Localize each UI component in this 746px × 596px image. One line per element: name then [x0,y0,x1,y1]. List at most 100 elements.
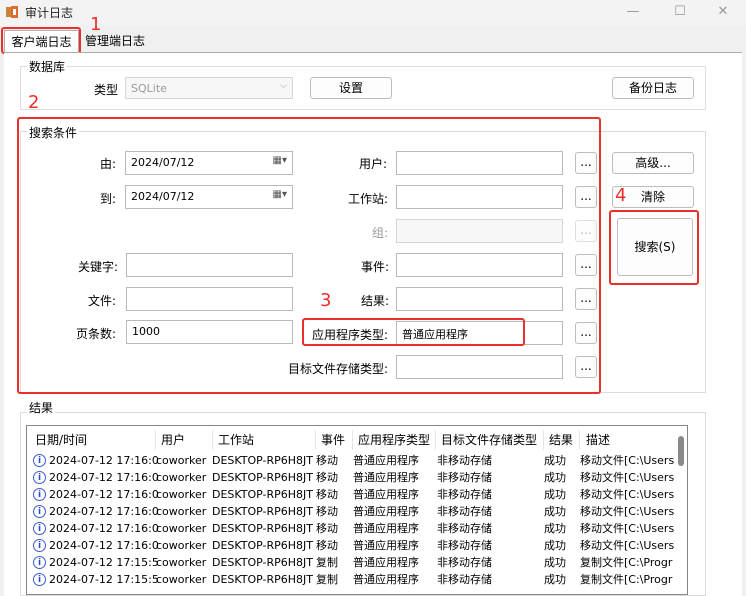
page-size-label: 页条数: [76,327,117,341]
target-storage-input[interactable] [396,355,563,379]
cell-result: 成功 [544,488,566,501]
cell-result: 成功 [544,454,566,467]
cell-app-type: 普通应用程序 [353,573,419,586]
cell-app-type: 普通应用程序 [353,488,419,501]
info-icon: i [33,522,46,535]
from-date-value: 2024/07/12 [131,156,195,169]
cell-datetime: 2024-07-12 17:16:04 [49,539,159,552]
cell-event: 移动 [316,522,338,535]
info-icon: i [33,556,46,569]
event-browse-button[interactable]: ... [575,254,597,276]
table-row[interactable]: i 2024-07-12 17:15:51 coworker DESKTOP-RP6H… [27,554,687,571]
table-row[interactable]: i 2024-07-12 17:16:04 coworker DESKTOP-RP6H… [27,503,687,520]
info-icon: i [33,488,46,501]
calendar-icon[interactable]: ▦▾ [273,155,287,166]
workstation-browse-button[interactable]: ... [575,186,597,208]
cell-target-storage: 非移动存储 [437,556,492,569]
cell-result: 成功 [544,539,566,552]
column-header-description[interactable]: 描述 [586,428,610,452]
cell-workstation: DESKTOP-RP6H8JT [212,505,314,518]
keyword-input[interactable] [126,253,293,277]
event-input[interactable] [396,253,563,277]
file-input[interactable] [126,287,293,311]
annotation-number-3: 3 [320,290,332,311]
info-icon: i [33,454,46,467]
table-row[interactable]: i 2024-07-12 17:16:04 coworker DESKTOP-RP6H… [27,486,687,503]
group-label: 组: [372,226,389,240]
column-header-target-storage[interactable]: 目标文件存储类型 [441,428,537,452]
column-header-user[interactable]: 用户 [161,428,185,452]
target-storage-browse-button[interactable]: ... [575,356,597,378]
annotation-box-4 [609,210,699,285]
cell-workstation: DESKTOP-RP6H8JT [212,573,314,586]
cell-datetime: 2024-07-12 17:16:04 [49,522,159,535]
advanced-button[interactable]: 高级... [612,152,694,174]
database-type-select[interactable]: SQLite ⌵ [125,77,293,99]
cell-user: coworker [156,556,207,569]
cell-target-storage: 非移动存储 [437,573,492,586]
from-date-picker[interactable]: 2024/07/12 ▦▾ [125,151,293,175]
cell-description: 复制文件[C:\Progr [580,556,673,569]
group-browse-button: ... [575,220,597,242]
cell-app-type: 普通应用程序 [353,471,419,484]
column-header-app-type[interactable]: 应用程序类型 [358,428,430,452]
cell-description: 复制文件[C:\Progr [580,573,673,586]
cell-target-storage: 非移动存储 [437,539,492,552]
app-type-browse-button[interactable]: ... [575,322,597,344]
keyword-label: 关键字: [78,260,119,274]
page-size-input[interactable]: 1000 [126,320,293,344]
annotation-number-1: 1 [90,14,102,35]
cell-app-type: 普通应用程序 [353,505,419,518]
column-header-workstation[interactable]: 工作站 [218,428,254,452]
results-list[interactable]: 日期/时间 用户 工作站 事件 应用程序类型 目标文件存储类型 结果 描述 i2… [26,425,688,595]
column-header-result[interactable]: 结果 [549,428,573,452]
workstation-input[interactable] [396,185,563,209]
cell-description: 移动文件[C:\Users [580,522,675,535]
results-scrollbar[interactable] [678,436,684,466]
table-row[interactable]: i 2024-07-12 17:16:04 coworker DESKTOP-RP6H… [27,520,687,537]
cell-target-storage: 非移动存储 [437,522,492,535]
cell-workstation: DESKTOP-RP6H8JT [212,522,314,535]
backup-log-button[interactable]: 备份日志 [612,77,694,99]
cell-event: 复制 [316,573,338,586]
cell-description: 移动文件[C:\Users [580,488,675,501]
column-header-datetime[interactable]: 日期/时间 [35,428,87,452]
cell-datetime: 2024-07-12 17:16:04 [49,488,159,501]
cell-event: 移动 [316,471,338,484]
column-header-event[interactable]: 事件 [321,428,345,452]
group-input [396,219,563,243]
cell-datetime: 2024-07-12 17:16:04 [49,454,159,467]
settings-button[interactable]: 设置 [310,77,392,99]
workstation-label: 工作站: [348,192,389,206]
database-group-label: 数据库 [27,58,68,75]
cell-user: coworker [156,522,207,535]
cell-event: 移动 [316,454,338,467]
user-browse-button[interactable]: ... [575,152,597,174]
result-input[interactable] [396,287,563,311]
file-label: 文件: [88,294,117,308]
user-label: 用户: [359,157,388,171]
maximize-icon[interactable]: ☐ [657,0,703,26]
table-row[interactable]: i 2024-07-12 17:16:04 coworker DESKTOP-RP6H… [27,452,687,469]
user-input[interactable] [396,151,563,175]
cell-event: 移动 [316,488,338,501]
cell-datetime: 2024-07-12 17:15:51 [49,556,159,569]
result-browse-button[interactable]: ... [575,288,597,310]
calendar-icon[interactable]: ▦▾ [273,189,287,200]
minimize-icon[interactable]: — [610,0,656,26]
cell-user: coworker [156,573,207,586]
database-type-value: SQLite [131,82,167,95]
table-row[interactable]: i 2024-07-12 17:16:04 coworker DESKTOP-RP6H… [27,537,687,554]
cell-description: 移动文件[C:\Users [580,471,675,484]
cell-workstation: DESKTOP-RP6H8JT [212,556,314,569]
table-row[interactable]: i 2024-07-12 17:15:51 coworker DESKTOP-RP6H… [27,571,687,588]
close-icon[interactable]: ✕ [700,0,746,26]
cell-user: coworker [156,454,207,467]
cell-app-type: 普通应用程序 [353,522,419,535]
table-row[interactable]: i 2024-07-12 17:16:04 coworker DESKTOP-RP6H… [27,469,687,486]
target-storage-label: 目标文件存储类型: [288,362,389,376]
cell-result: 成功 [544,505,566,518]
cell-app-type: 普通应用程序 [353,539,419,552]
results-group-label: 结果 [27,399,56,416]
to-date-picker[interactable]: 2024/07/12 ▦▾ [125,185,293,209]
